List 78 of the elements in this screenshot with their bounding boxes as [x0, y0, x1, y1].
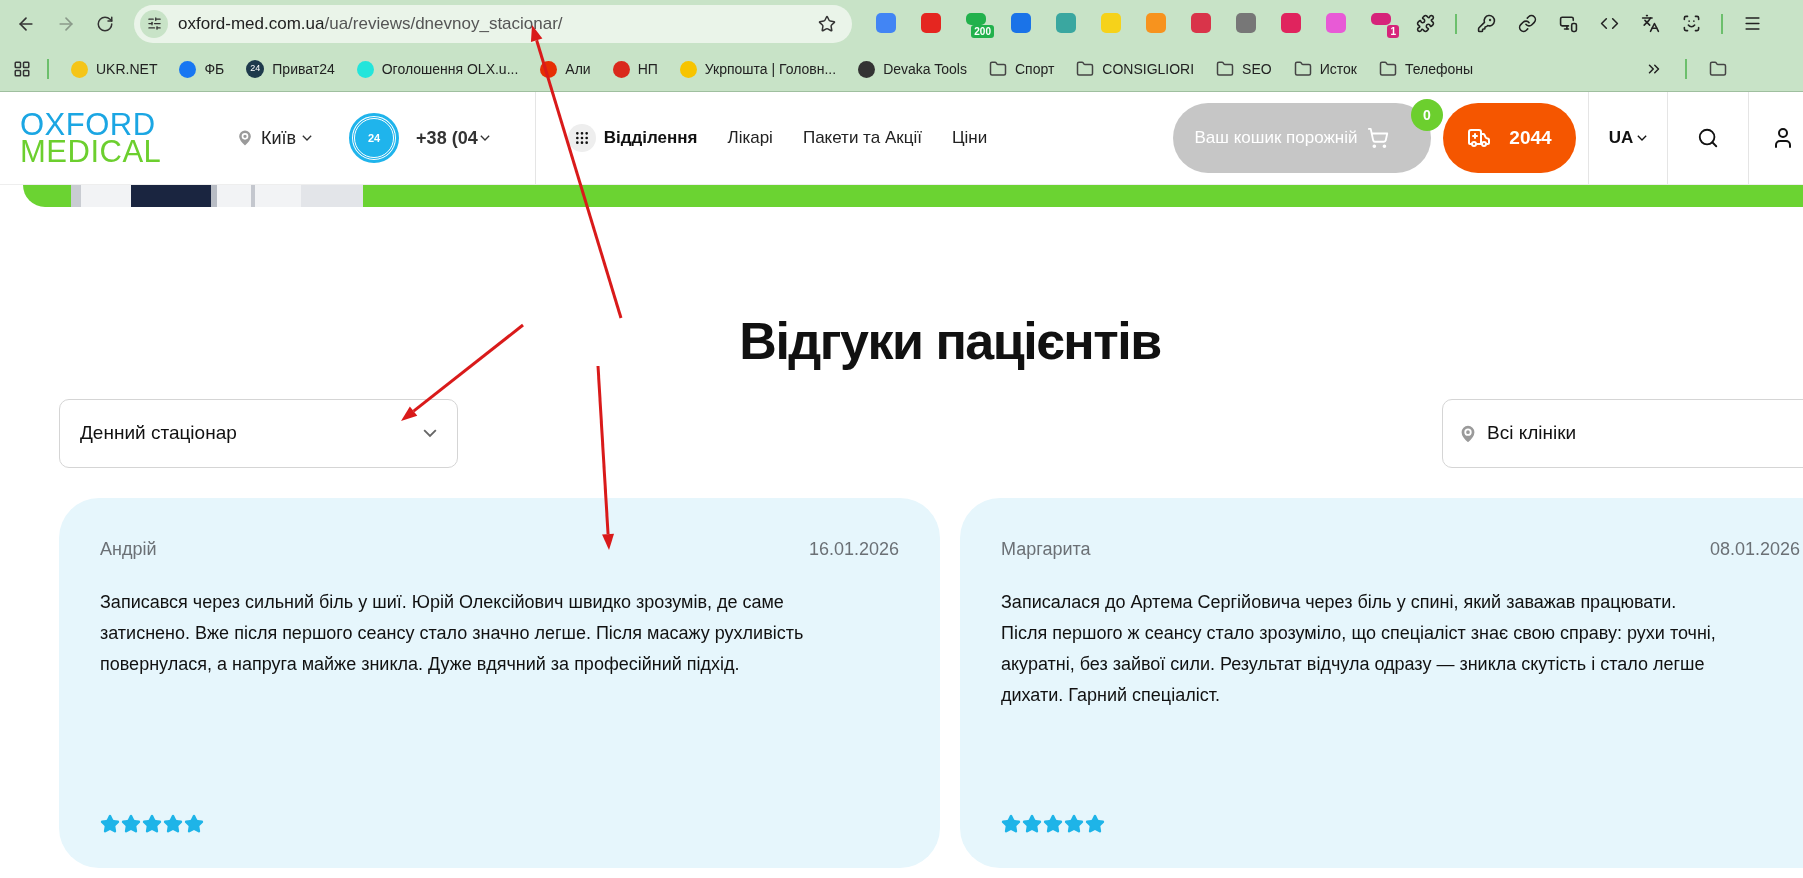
bookmark-link[interactable]: Исток — [1319, 58, 1357, 80]
extension-icon[interactable] — [1236, 12, 1256, 33]
chevron-icon — [1637, 135, 1648, 141]
department-select[interactable]: Денний стаціонар — [59, 399, 458, 468]
clinic-select[interactable]: Всі клініки — [1442, 399, 1803, 468]
cart-icon — [1367, 127, 1390, 149]
chevron-icon — [302, 135, 313, 141]
star-icon — [1085, 814, 1105, 834]
review-author: Андрій — [100, 538, 157, 561]
site-favicon: 24 — [246, 60, 265, 78]
bookmark-link[interactable]: Devaka Tools — [883, 58, 967, 80]
nav-link[interactable]: Лікарі — [727, 125, 773, 151]
folder-icon — [1216, 60, 1235, 78]
extension-icon[interactable] — [1011, 12, 1031, 33]
review-date: 16.01.2026 — [808, 538, 899, 561]
language-selector[interactable]: UA — [1589, 92, 1667, 184]
bookmark-link[interactable]: Оголошення OLX.u... — [381, 58, 519, 80]
translate-icon[interactable] — [1641, 14, 1660, 33]
page-title: Відгуки пацієнтів — [738, 311, 1162, 371]
star-icon — [1022, 814, 1042, 834]
bookmark-link[interactable]: Спорт — [1014, 58, 1055, 80]
key-icon[interactable] — [1477, 14, 1496, 33]
apps-icon[interactable] — [13, 60, 31, 78]
bookmark-link[interactable]: Укрпошта | Головн... — [704, 58, 837, 80]
site-info-icon[interactable] — [140, 9, 168, 38]
menu-grid-icon — [567, 124, 596, 152]
star-icon — [100, 814, 120, 834]
search-icon[interactable] — [1697, 127, 1719, 149]
star-icon — [121, 814, 141, 834]
extension-icon[interactable] — [921, 12, 941, 33]
extension-badge: 200 — [971, 24, 994, 38]
city-selector[interactable]: Київ — [261, 124, 297, 152]
phone-icon: 24 — [352, 116, 397, 160]
bookmark-link[interactable]: Приват24 — [272, 58, 335, 80]
review-author: Маргарита — [1001, 538, 1091, 561]
bookmark-link[interactable]: Телефоны — [1404, 58, 1474, 80]
extension-icon[interactable] — [1191, 12, 1211, 33]
ambulance-icon — [1467, 126, 1492, 150]
nav-link[interactable]: Пакети та Акції — [802, 125, 922, 151]
folder-icon — [1076, 60, 1095, 78]
reload-icon[interactable] — [96, 14, 114, 33]
folder-icon — [1378, 60, 1397, 78]
chevron-icon — [479, 135, 490, 141]
review-text: Записався через сильний біль у шиї. Юрій Олексійович швидко зрозумів, де саме затиснено. Вже після першого сеансу стало значно легше. Після масажу рухливість повернулася, а напруга майже зникла. Дуже вдячний за професійний підхід. — [100, 591, 805, 676]
extension-badge: 1 — [1387, 24, 1399, 38]
extensions-icon[interactable] — [1416, 14, 1435, 33]
star-icon — [184, 814, 204, 834]
review-text: Записалася до Артема Сергійовича через біль у спині, який заважав працювати. Після першого ж сеансу стало зрозуміло, що спеціаліст знає свою справу: рухи точні, акуратні, без зайвої сили. Результат відчула одразу — зникла скутість і стало легше дихати. Гарний спеціаліст. — [1001, 591, 1717, 707]
phone-number[interactable]: +38 (04 — [416, 124, 478, 152]
star-icon — [1043, 814, 1063, 834]
link-icon[interactable] — [1518, 14, 1537, 33]
bookmark-link[interactable]: CONSIGLIORI — [1102, 58, 1195, 80]
star-icon — [1064, 814, 1084, 834]
address-bar[interactable]: oxford-med.com.ua/ua/reviews/dnevnoy_stacionar/ — [134, 4, 852, 43]
devices-icon[interactable] — [1559, 14, 1578, 33]
nav-link[interactable]: Відділення — [603, 125, 698, 151]
review-date: 08.01.2026 — [1709, 538, 1800, 561]
bookmark-link[interactable]: SEO — [1242, 58, 1272, 80]
star-icon — [1001, 814, 1021, 834]
bookmark-link[interactable]: UKR.NET — [96, 58, 158, 80]
screenshot-icon[interactable] — [1682, 14, 1701, 33]
chevron-icon — [423, 429, 437, 438]
bookmark-link[interactable]: НП — [637, 58, 658, 80]
folder-icon — [1709, 60, 1728, 78]
bookmark-star-icon[interactable] — [818, 14, 836, 33]
url-text: oxford-med.com.ua/ua/reviews/dnevnoy_stacionar/ — [178, 12, 563, 35]
nav-link[interactable]: Ціни — [951, 125, 988, 151]
folder-icon — [988, 60, 1007, 78]
cart-count-badge: 0 — [1411, 99, 1443, 131]
extension-icon[interactable] — [876, 12, 896, 33]
folder-icon — [1293, 60, 1312, 78]
extension-icon[interactable] — [1281, 12, 1301, 33]
bookmark-link[interactable]: Али — [565, 58, 591, 80]
star-icon — [142, 814, 162, 834]
extension-icon[interactable] — [1371, 12, 1391, 25]
menu-icon[interactable] — [1743, 14, 1762, 33]
star-icon — [163, 814, 183, 834]
bookmark-link[interactable]: ФБ — [204, 58, 225, 80]
